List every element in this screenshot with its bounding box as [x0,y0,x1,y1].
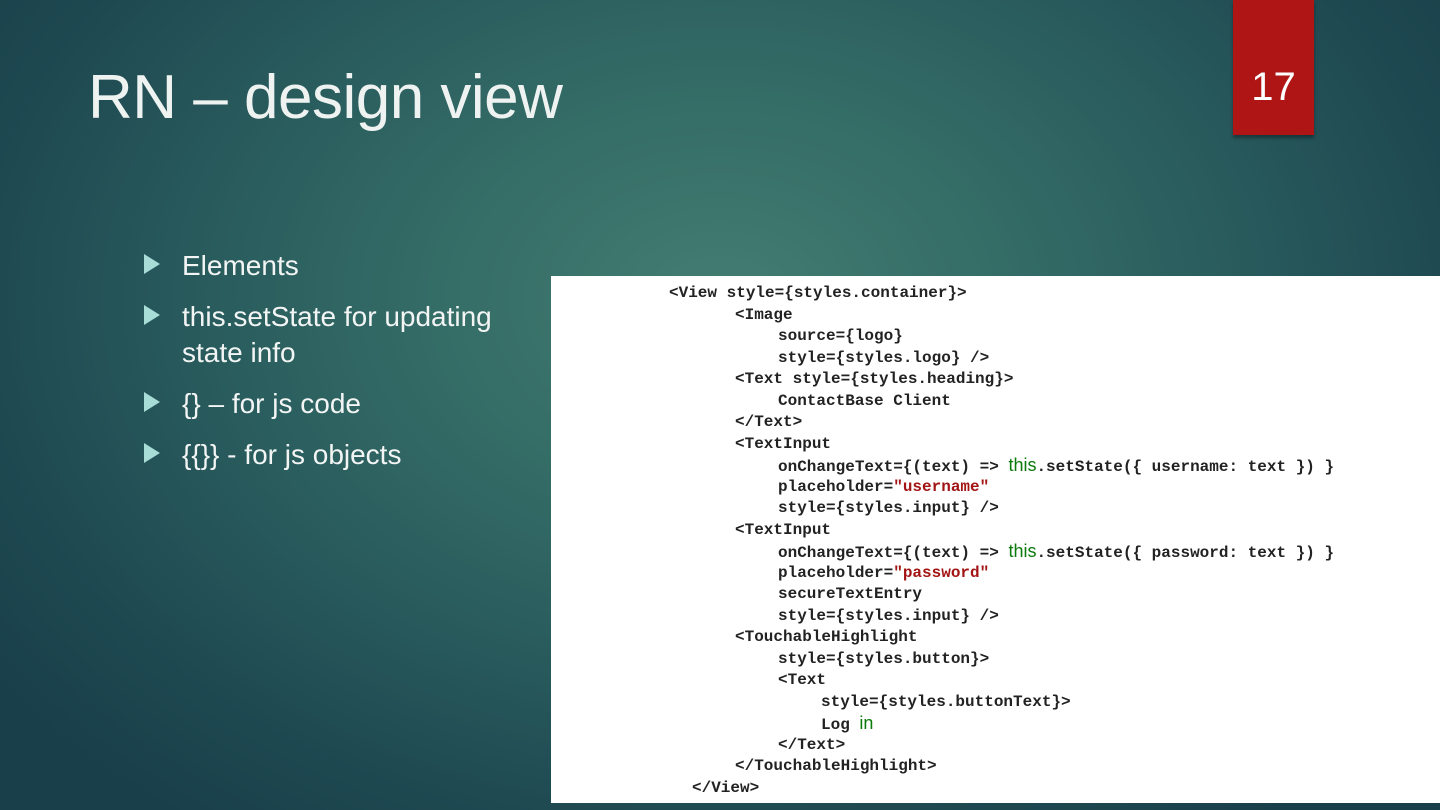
code-line: <Text style={styles.heading}> [735,370,1014,388]
code-line: <TextInput [735,435,832,453]
code-text: onChangeText={(text) => [778,458,1009,476]
code-line: secureTextEntry [778,585,923,603]
triangle-bullet-icon [144,305,160,325]
bullet-text: Elements [182,250,299,281]
bullet-item: Elements [142,248,542,284]
code-text: .setState({ username: text }) } [1036,458,1335,476]
triangle-bullet-icon [144,443,160,463]
code-line: style={styles.input} /> [778,607,999,625]
code-line: </Text> [735,413,803,431]
code-keyword: this [1008,541,1037,561]
code-line: onChangeText={(text) => this.setState({ … [778,541,1334,563]
bullet-item: {{}} - for js objects [142,437,542,473]
code-line: placeholder="password" [778,563,989,583]
bullet-text: {} – for js code [182,388,362,419]
code-snippet-panel: <View style={styles.container}> <Image s… [551,276,1440,803]
code-string: "password" [893,564,990,582]
code-line: ContactBase Client [778,392,951,410]
bullet-text: this.setState for updating state info [182,301,492,368]
code-line: source={logo} [778,327,903,345]
code-text: Log [821,716,860,734]
slide-number: 17 [1251,65,1296,109]
code-line: </TouchableHighlight> [735,757,937,775]
code-line: style={styles.button}> [778,650,990,668]
code-string: "username" [893,478,990,496]
code-line: onChangeText={(text) => this.setState({ … [778,455,1334,477]
bullet-item: this.setState for updating state info [142,299,542,371]
bullet-item: {} – for js code [142,386,542,422]
code-line: <TextInput [735,521,832,539]
code-text: placeholder= [778,478,894,496]
code-line: style={styles.input} /> [778,499,999,517]
bullet-text: {{}} - for js objects [182,439,402,470]
slide-title: RN – design view [88,63,563,132]
code-line: </View> [692,779,760,797]
bullet-list: Elements this.setState for updating stat… [142,248,542,488]
code-text: placeholder= [778,564,894,582]
triangle-bullet-icon [144,254,160,274]
code-text: .setState({ password: text }) } [1036,544,1335,562]
code-text: onChangeText={(text) => [778,544,1009,562]
code-line: Log in [821,713,873,735]
code-line: <TouchableHighlight [735,628,918,646]
code-line: <Text [778,671,827,689]
triangle-bullet-icon [144,392,160,412]
code-keyword: this [1008,455,1037,475]
code-line: style={styles.buttonText}> [821,693,1071,711]
code-line: <Image [735,306,793,324]
code-line: style={styles.logo} /> [778,349,990,367]
code-line: placeholder="username" [778,477,989,497]
code-line: <View style={styles.container}> [669,284,967,302]
code-line: </Text> [778,736,846,754]
code-keyword: in [859,713,874,733]
slide-number-badge: 17 [1233,0,1314,135]
